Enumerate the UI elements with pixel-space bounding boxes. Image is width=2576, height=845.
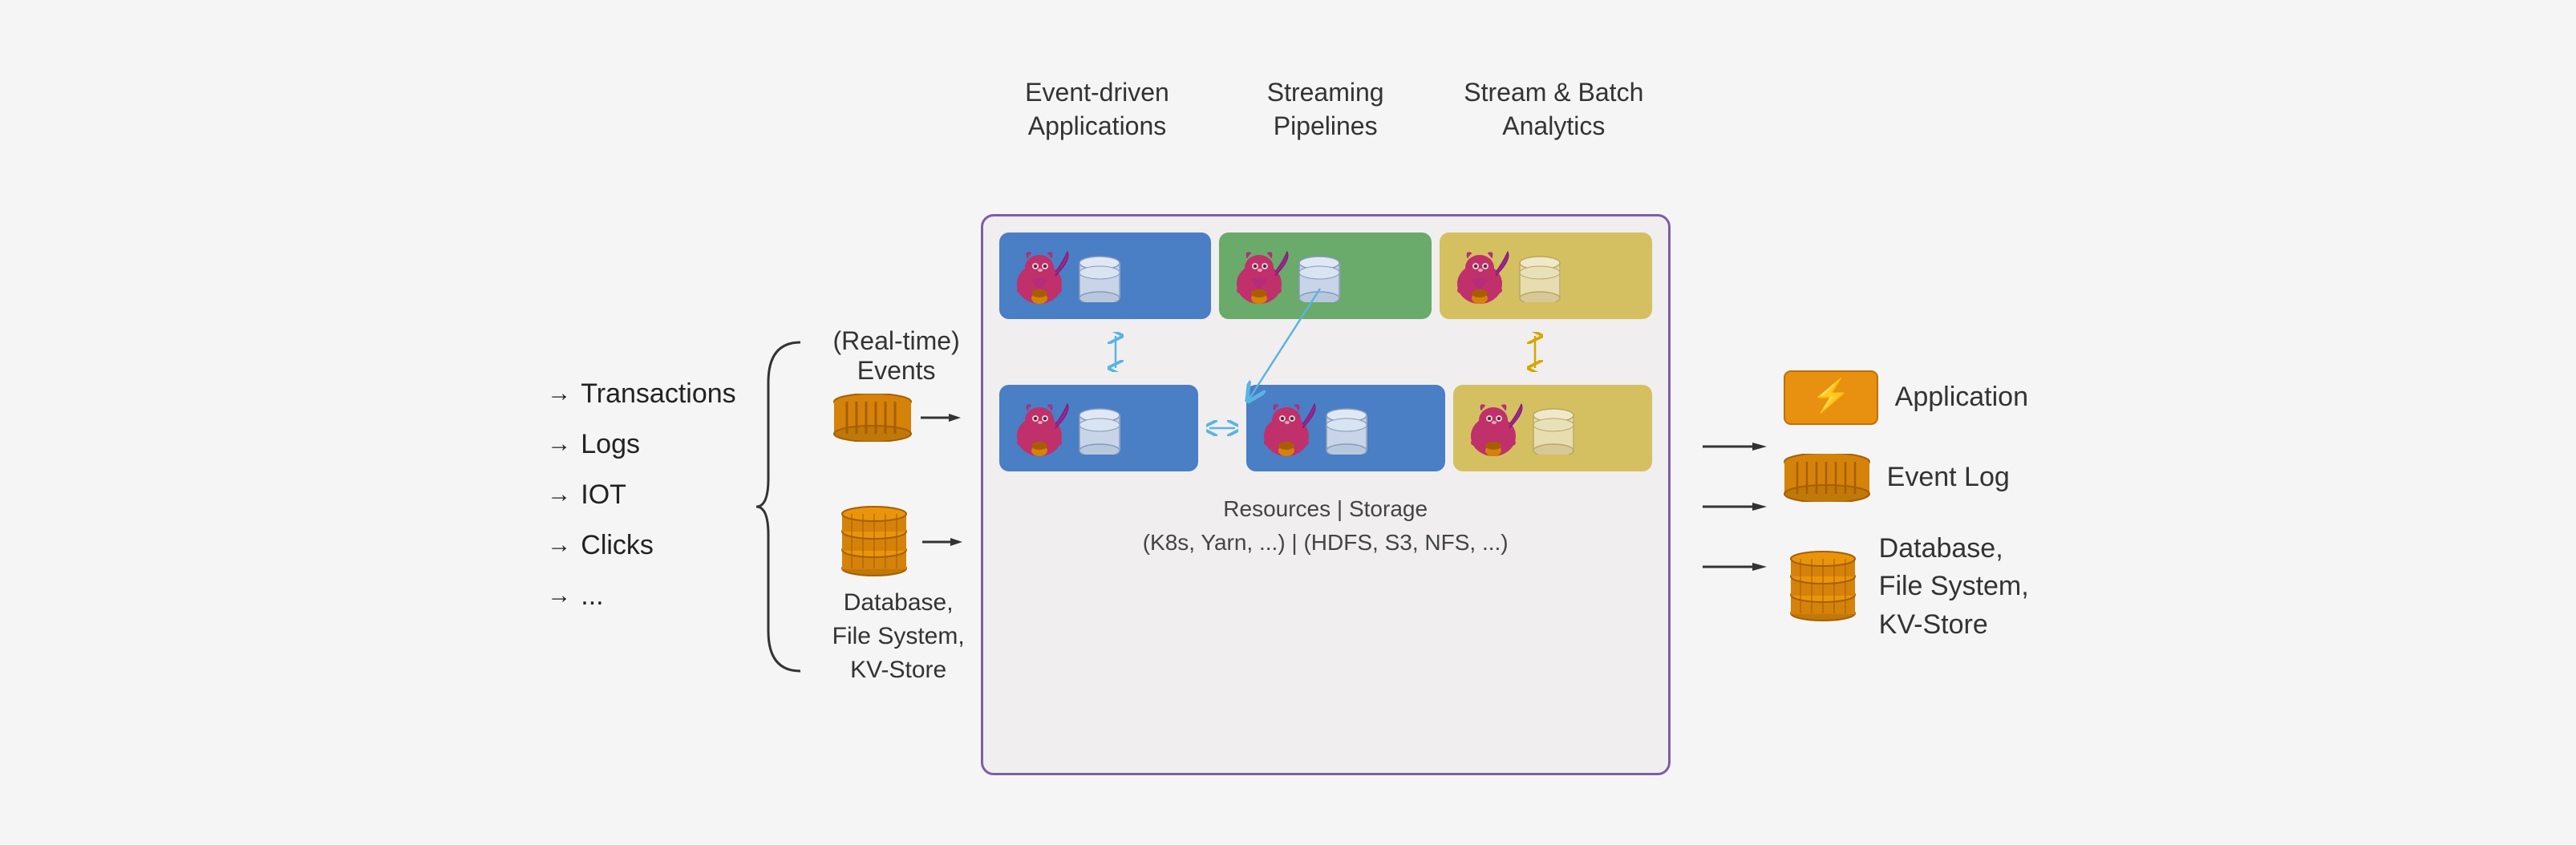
db-beige-2	[1532, 402, 1576, 455]
box-analytics-bottom	[1453, 385, 1652, 471]
arrow-etc: →	[547, 582, 571, 609]
label-logs: Logs	[581, 429, 640, 460]
input-clicks: → Clicks	[547, 530, 735, 561]
arrow-iot: →	[547, 481, 571, 508]
db-label: Database,File System,KV-Store	[832, 586, 965, 687]
between-row-arrows	[999, 332, 1652, 372]
output-icons: ⚡ Application Event Log	[1783, 370, 2029, 645]
left-brace-svg	[752, 334, 816, 679]
db-gray-2	[1298, 250, 1342, 302]
kafka-row	[832, 394, 961, 442]
svg-text:⚡: ⚡	[1811, 377, 1851, 414]
out-arrow-1	[1703, 439, 1767, 455]
box-event-bottom	[999, 385, 1198, 471]
resources-label: Resources | Storage(K8s, Yarn, ...) | (H…	[999, 492, 1652, 560]
label-iot: IOT	[581, 479, 626, 511]
app-icon: ⚡	[1783, 370, 1879, 426]
box-event-top	[999, 232, 1212, 319]
input-section: → Transactions → Logs → IOT → Clicks → .…	[547, 378, 735, 612]
label-application: Application	[1895, 382, 2028, 413]
label-etc: ...	[581, 580, 603, 612]
arrow-to-main-bottom	[922, 534, 962, 550]
db-beige-1	[1518, 250, 1562, 302]
label-transactions: Transactions	[581, 378, 735, 410]
column-headers: Event-drivenApplications StreamingPipeli…	[983, 76, 1668, 143]
flink-squirrel-5	[1254, 396, 1318, 460]
event-log-icon	[1783, 454, 1871, 502]
horiz-arrow-bottom	[1206, 416, 1238, 440]
kafka-group: (Real-time)Events	[832, 326, 961, 442]
header-event-driven: Event-drivenApplications	[997, 76, 1197, 143]
box-streaming-top	[1219, 232, 1432, 319]
header-streaming: StreamingPipelines	[1225, 76, 1426, 143]
input-iot: → IOT	[547, 479, 735, 511]
flink-squirrel-4	[1007, 396, 1071, 460]
out-arrow-3	[1703, 559, 1767, 575]
output-db-icon	[1783, 551, 1863, 623]
arrow-logs: →	[547, 431, 571, 458]
db-gray-3	[1078, 402, 1122, 455]
input-transactions: → Transactions	[547, 378, 735, 410]
db-stack-icon	[834, 506, 914, 578]
input-etc: → ...	[547, 580, 735, 612]
box-analytics-top	[1440, 232, 1652, 319]
flink-squirrel-1	[1007, 244, 1071, 308]
output-db-row: Database, File System, KV-Store	[1783, 530, 2029, 645]
arrow-out-2	[1703, 499, 1767, 515]
events-label: (Real-time)Events	[833, 326, 960, 386]
top-boxes-row	[999, 232, 1652, 319]
arrow-out-3	[1703, 559, 1767, 575]
output-eventlog-row: Event Log	[1783, 454, 2010, 502]
db-gray-4	[1325, 402, 1369, 455]
label-db-output: Database, File System, KV-Store	[1879, 530, 2029, 645]
main-container: Event-drivenApplications StreamingPipeli…	[981, 214, 1671, 775]
arrow-transactions: →	[547, 380, 571, 407]
box-streaming-bottom	[1246, 385, 1445, 471]
label-clicks: Clicks	[581, 530, 654, 561]
arrow-out-1	[1703, 439, 1767, 455]
arrow-to-main-top	[921, 410, 961, 426]
flink-squirrel-3	[1448, 244, 1512, 308]
source-icons: (Real-time)Events	[832, 326, 965, 687]
db-row	[834, 506, 962, 578]
double-arrow-v-gold	[1523, 332, 1547, 372]
db-gray-1	[1078, 250, 1122, 302]
flink-squirrel-2	[1227, 244, 1291, 308]
output-app-row: ⚡ Application	[1783, 370, 2028, 426]
flink-squirrel-6	[1461, 396, 1525, 460]
db-group: Database,File System,KV-Store	[832, 506, 965, 687]
brace-section	[752, 334, 816, 679]
kafka-icon	[832, 394, 913, 442]
main-diagram: → Transactions → Logs → IOT → Clicks → .…	[547, 70, 2028, 775]
down-arrow-gold	[1434, 332, 1635, 372]
header-analytics: Stream & BatchAnalytics	[1453, 76, 1654, 143]
input-logs: → Logs	[547, 429, 735, 460]
output-arrows	[1703, 439, 1767, 575]
bottom-boxes-row	[999, 385, 1652, 471]
double-arrow-v-1	[1104, 332, 1128, 372]
label-eventlog: Event Log	[1887, 462, 2010, 493]
down-arrow-1	[1015, 332, 1217, 372]
out-arrow-2	[1703, 499, 1767, 515]
arrow-clicks: →	[547, 532, 571, 559]
